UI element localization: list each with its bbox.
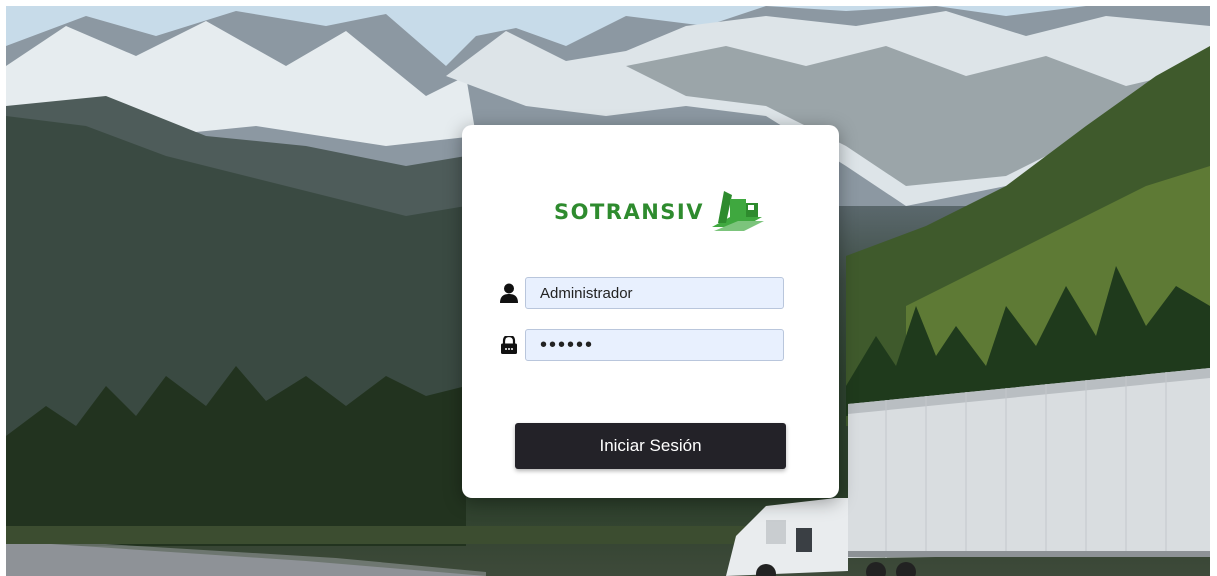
password-input[interactable]: ••••••: [525, 329, 784, 361]
username-row: [498, 275, 784, 311]
password-row: ••••••: [498, 327, 784, 363]
user-icon: [498, 282, 520, 304]
logo-text: SOTRANSIV: [554, 200, 704, 224]
sotransiv-logo: SOTRANSIV: [554, 187, 764, 237]
lock-icon: [498, 334, 520, 356]
login-button[interactable]: Iniciar Sesión: [515, 423, 786, 469]
truck-logo-icon: [708, 187, 766, 238]
username-input[interactable]: [525, 277, 784, 309]
login-card: SOTRANSIV Administrador •••••• Iniciar S…: [462, 125, 839, 498]
